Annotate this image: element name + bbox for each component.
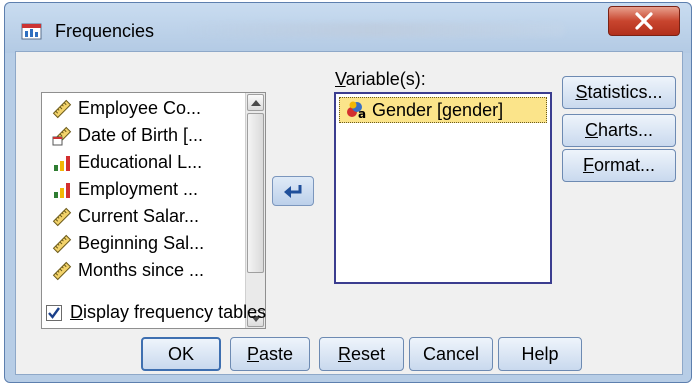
source-item-label: Employment ... bbox=[78, 179, 199, 199]
source-list-item[interactable]: Months since ... bbox=[42, 257, 245, 284]
target-item-label: Gender [gender] bbox=[372, 99, 504, 120]
title-bar[interactable]: Frequencies bbox=[5, 3, 691, 53]
paste-button[interactable]: Paste bbox=[230, 337, 310, 371]
scroll-up-button[interactable] bbox=[247, 94, 264, 111]
source-item-label: Current Salar... bbox=[78, 206, 200, 226]
source-list-item[interactable]: Employment ... bbox=[42, 176, 245, 203]
source-list-item[interactable]: Beginning Sal... bbox=[42, 230, 245, 257]
ordinal-bars-icon bbox=[54, 182, 70, 198]
source-list-scrollbar[interactable] bbox=[245, 93, 265, 328]
ordinal-bars-icon bbox=[54, 155, 70, 171]
nominal-string-icon: a bbox=[347, 101, 366, 120]
source-list-item[interactable]: Date of Birth [... bbox=[42, 122, 245, 149]
window-title: Frequencies bbox=[55, 21, 155, 41]
source-item-label: Employee Co... bbox=[78, 98, 202, 118]
source-item-label: Beginning Sal... bbox=[78, 233, 205, 253]
statistics-button[interactable]: Statistics... bbox=[562, 76, 676, 109]
display-frequency-tables-checkbox[interactable] bbox=[46, 304, 62, 321]
blurred-title-region bbox=[185, 23, 565, 37]
arrow-left-icon bbox=[284, 185, 302, 198]
close-button[interactable] bbox=[608, 6, 680, 36]
chevron-up-icon bbox=[250, 99, 261, 106]
source-list-item[interactable]: Employee Co... bbox=[42, 95, 245, 122]
scale-ruler-icon bbox=[52, 207, 72, 226]
checkmark-icon bbox=[48, 306, 60, 319]
reset-button[interactable]: Reset bbox=[319, 337, 404, 371]
frequencies-app-icon bbox=[21, 23, 42, 40]
display-frequency-tables-option[interactable]: Display frequency tables bbox=[46, 302, 266, 323]
frequencies-dialog: Frequencies Employee Co... Date of Birth… bbox=[4, 2, 692, 383]
date-scale-icon bbox=[52, 126, 72, 145]
scale-ruler-icon bbox=[52, 99, 72, 118]
source-items: Employee Co... Date of Birth [... Educat… bbox=[42, 93, 245, 328]
help-button[interactable]: Help bbox=[498, 337, 582, 371]
source-variable-list[interactable]: Employee Co... Date of Birth [... Educat… bbox=[41, 92, 266, 329]
charts-button[interactable]: Charts... bbox=[562, 114, 676, 147]
display-frequency-tables-label: Display frequency tables bbox=[70, 302, 267, 322]
source-item-label: Date of Birth [... bbox=[78, 125, 204, 145]
scroll-thumb[interactable] bbox=[247, 113, 264, 273]
svg-text:a: a bbox=[358, 107, 366, 120]
move-variable-button[interactable] bbox=[272, 176, 314, 206]
scale-ruler-icon bbox=[52, 234, 72, 253]
target-variable-list[interactable]: a Gender [gender] bbox=[334, 92, 552, 284]
source-list-item[interactable]: Educational L... bbox=[42, 149, 245, 176]
close-icon bbox=[635, 12, 653, 30]
ok-button[interactable]: OK bbox=[141, 337, 221, 371]
dialog-body: Employee Co... Date of Birth [... Educat… bbox=[15, 51, 683, 375]
source-item-label: Months since ... bbox=[78, 260, 205, 280]
cancel-button[interactable]: Cancel bbox=[409, 337, 493, 371]
format-button[interactable]: Format... bbox=[562, 149, 676, 182]
source-item-label: Educational L... bbox=[78, 152, 203, 172]
scale-ruler-icon bbox=[52, 261, 72, 280]
variables-label: Variable(s): bbox=[335, 69, 426, 89]
target-list-item[interactable]: a Gender [gender] bbox=[339, 97, 547, 123]
source-list-item[interactable]: Current Salar... bbox=[42, 203, 245, 230]
